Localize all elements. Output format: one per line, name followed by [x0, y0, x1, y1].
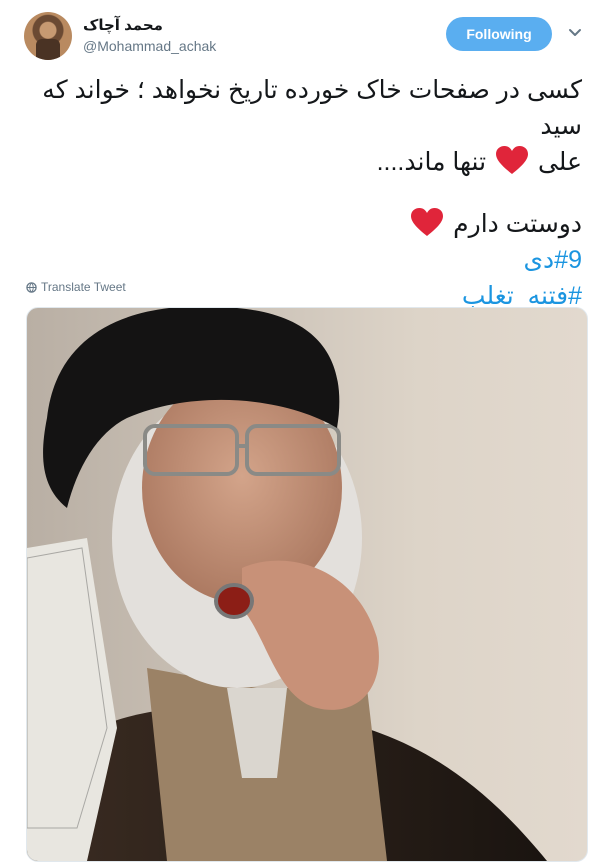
portrait-photo — [27, 308, 547, 861]
following-button[interactable]: Following — [446, 17, 552, 51]
tweet-line-2-end: تنها ماند.... — [376, 148, 487, 176]
display-name[interactable]: محمد آچاک — [83, 16, 163, 34]
tweet-photo[interactable] — [26, 307, 588, 862]
heart-icon — [496, 146, 529, 174]
translate-tweet-link[interactable]: Translate Tweet — [26, 280, 126, 294]
hashtag-link[interactable]: #9دی — [24, 242, 582, 278]
tweet-line-3: دوستت دارم — [24, 206, 582, 242]
tweet-line-1: کسی در صفحات خاک خورده تاریخ نخواهد ؛ خو… — [42, 76, 582, 140]
tweet-text: کسی در صفحات خاک خورده تاریخ نخواهد ؛ خو… — [24, 72, 582, 314]
globe-icon — [26, 281, 37, 293]
tweet-line-2: علی تنها ماند.... — [24, 144, 582, 180]
user-handle[interactable]: @Mohammad_achak — [83, 38, 216, 54]
tweet-line-2-start: علی — [537, 148, 582, 176]
tweet-header: محمد آچاک @Mohammad_achak Following — [24, 12, 594, 64]
chevron-down-icon[interactable] — [568, 26, 582, 40]
tweet-line-3-text: دوستت دارم — [453, 210, 582, 238]
translate-label: Translate Tweet — [41, 280, 126, 294]
avatar[interactable] — [24, 12, 72, 60]
heart-icon — [411, 208, 444, 236]
